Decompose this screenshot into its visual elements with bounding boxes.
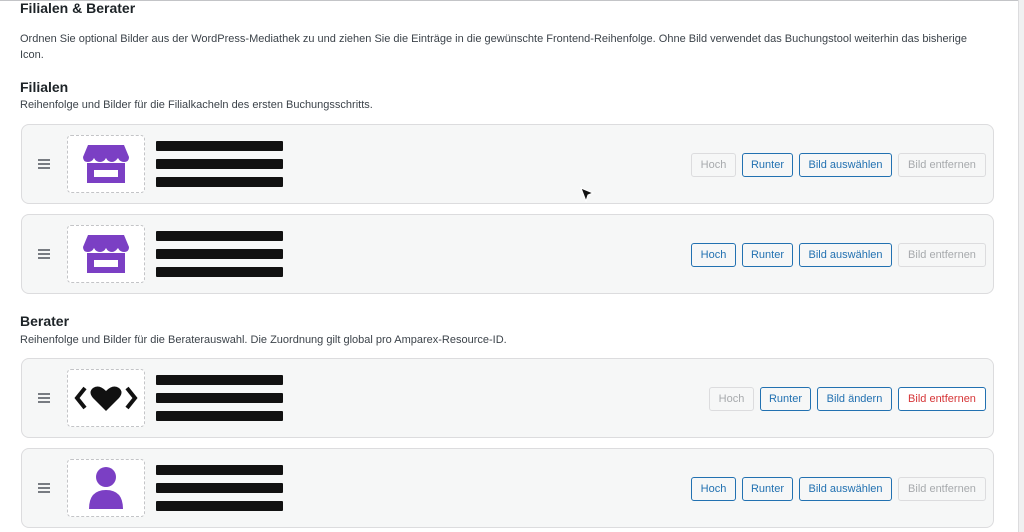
- page-description: Ordnen Sie optional Bilder aus der WordP…: [20, 33, 967, 61]
- redacted-text: [156, 375, 283, 429]
- redacted-text: [156, 231, 283, 285]
- berater-subtitle: Reihenfolge und Bilder für die Beraterau…: [20, 334, 507, 346]
- mouse-pointer-icon: [580, 187, 595, 203]
- up-button[interactable]: Hoch: [691, 153, 736, 177]
- drag-handle-icon[interactable]: [38, 393, 50, 403]
- scrollbar-track[interactable]: [1018, 0, 1024, 532]
- image-thumbnail: [67, 459, 145, 517]
- image-thumbnail: [67, 135, 145, 193]
- drag-handle-icon[interactable]: [38, 159, 50, 169]
- up-button[interactable]: Hoch: [691, 477, 736, 501]
- remove-image-button[interactable]: Bild entfernen: [898, 243, 986, 267]
- filialen-subtitle: Reihenfolge und Bilder für die Filialkac…: [20, 99, 373, 111]
- berater-heading: Berater: [20, 313, 70, 329]
- top-border: [0, 0, 1024, 1]
- remove-image-button[interactable]: Bild entfernen: [898, 387, 986, 411]
- filialen-heading: Filialen: [20, 79, 69, 95]
- up-button[interactable]: Hoch: [709, 387, 754, 411]
- drag-handle-icon[interactable]: [38, 483, 50, 493]
- code-heart-icon: [74, 386, 138, 411]
- remove-image-button[interactable]: Bild entfernen: [898, 477, 986, 501]
- select-image-button[interactable]: Bild auswählen: [799, 477, 892, 501]
- image-thumbnail: [67, 369, 145, 427]
- down-button[interactable]: Runter: [760, 387, 811, 411]
- up-button[interactable]: Hoch: [691, 243, 736, 267]
- berater-row[interactable]: Hoch Runter Bild auswählen Bild entferne…: [21, 448, 994, 528]
- filiale-row[interactable]: Hoch Runter Bild auswählen Bild entferne…: [21, 214, 994, 294]
- down-button[interactable]: Runter: [742, 477, 793, 501]
- storefront-icon: [83, 145, 129, 183]
- select-image-button[interactable]: Bild auswählen: [799, 243, 892, 267]
- drag-handle-icon[interactable]: [38, 249, 50, 259]
- redacted-text: [156, 465, 283, 519]
- change-image-button[interactable]: Bild ändern: [817, 387, 892, 411]
- image-thumbnail: [67, 225, 145, 283]
- person-icon: [89, 467, 123, 509]
- berater-row[interactable]: Hoch Runter Bild ändern Bild entfernen: [21, 358, 994, 438]
- redacted-text: [156, 141, 283, 195]
- remove-image-button[interactable]: Bild entfernen: [898, 153, 986, 177]
- filiale-row[interactable]: Hoch Runter Bild auswählen Bild entferne…: [21, 124, 994, 204]
- page-title: Filialen & Berater: [20, 0, 136, 16]
- down-button[interactable]: Runter: [742, 153, 793, 177]
- down-button[interactable]: Runter: [742, 243, 793, 267]
- storefront-icon: [83, 235, 129, 273]
- select-image-button[interactable]: Bild auswählen: [799, 153, 892, 177]
